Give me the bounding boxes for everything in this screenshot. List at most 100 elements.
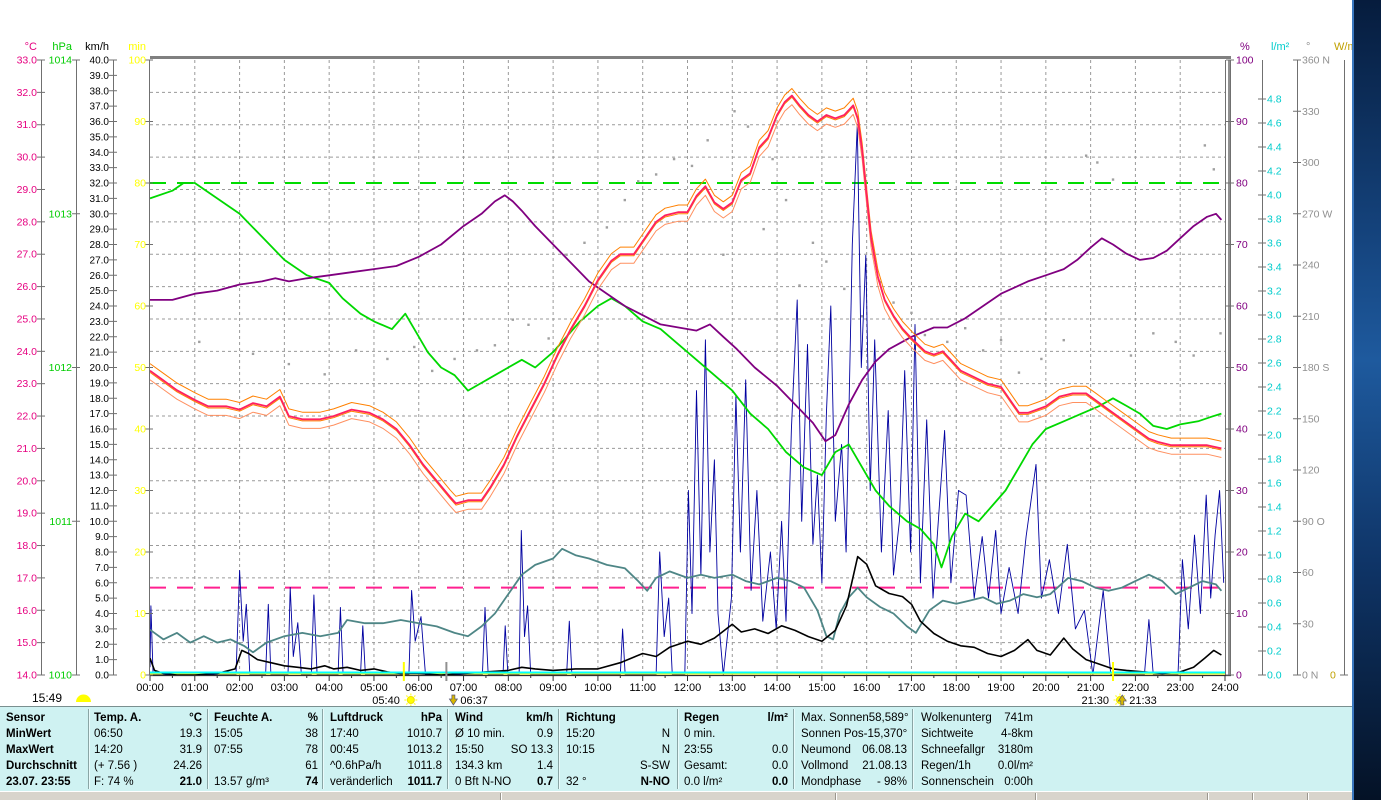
table-row: Feuchte A.%: [214, 712, 318, 724]
svg-text:33.0: 33.0: [17, 55, 38, 67]
svg-text:02:00: 02:00: [226, 682, 254, 694]
richtung-dot: [605, 226, 609, 229]
table-row: 32 ° N-NO: [566, 776, 670, 788]
richtung-dot: [354, 349, 358, 352]
statusbar-separator: [1252, 793, 1253, 800]
svg-text:10: 10: [1236, 608, 1248, 620]
richtung-dot: [1192, 354, 1195, 357]
richtung-dot: [746, 125, 750, 128]
svg-text:12:00: 12:00: [674, 682, 702, 694]
svg-text:°: °: [1306, 41, 1310, 53]
table-row-header: MinWert: [6, 728, 52, 740]
svg-text:36.0: 36.0: [90, 117, 110, 128]
svg-text:1.6: 1.6: [1267, 478, 1282, 490]
svg-text:08:00: 08:00: [495, 682, 523, 694]
table-row: 0 min.: [684, 728, 716, 740]
svg-text:300: 300: [1302, 157, 1320, 169]
statusbar-separator: [1207, 793, 1208, 800]
svg-text:90 O: 90 O: [1302, 516, 1325, 528]
table-column-richtung: Richtung 15:20 N 10:15 N S-SW 32 ° N-NO: [566, 710, 670, 790]
svg-text:60: 60: [134, 301, 146, 313]
richtung-dot: [637, 180, 640, 183]
svg-text:330: 330: [1302, 106, 1320, 118]
richtung-dot: [1062, 338, 1065, 342]
svg-text:31.0: 31.0: [17, 119, 38, 131]
table-row: Temp. A. °C: [94, 712, 202, 724]
richtung-dot: [493, 344, 497, 347]
svg-text:20: 20: [134, 547, 146, 559]
svg-text:25.0: 25.0: [17, 313, 38, 325]
richtung-dot: [706, 139, 709, 142]
richtung-dot: [1219, 332, 1222, 335]
richtung-dot: [672, 157, 676, 161]
svg-text:2.4: 2.4: [1267, 382, 1282, 394]
svg-text:20.0: 20.0: [17, 475, 38, 487]
table-row: (+ 7.56 ) 24.26: [94, 760, 202, 772]
svg-text:4.4: 4.4: [1267, 142, 1282, 154]
svg-text:8.0: 8.0: [95, 548, 109, 559]
table-row: Sonnen Pos -15,370°: [801, 728, 908, 740]
svg-text:4.0: 4.0: [1267, 190, 1282, 202]
svg-text:31.0: 31.0: [90, 194, 110, 205]
svg-text:2.8: 2.8: [1267, 334, 1282, 346]
svg-text:l/m²: l/m²: [1271, 41, 1290, 53]
svg-text:15.0: 15.0: [90, 440, 110, 451]
table-column-astro: Max. Sonnen 58,589° Sonnen Pos -15,370° Neum…: [801, 710, 909, 790]
svg-text:3.0: 3.0: [95, 624, 109, 635]
svg-text:23.0: 23.0: [90, 317, 110, 328]
svg-text:30: 30: [1302, 618, 1314, 630]
table-row: 134.3 km 1.4: [455, 760, 553, 772]
svg-text:0.4: 0.4: [1267, 622, 1282, 634]
svg-text:1012: 1012: [49, 362, 73, 374]
svg-text:km/h: km/h: [85, 41, 109, 53]
richtung-dot: [910, 311, 913, 315]
moon-time-label: 15:49: [32, 691, 62, 705]
table-column-regen: Regen l/m² 0 min. 23:55 0.0 Gesamt: 0.0 0.0 l/m…: [684, 710, 788, 790]
svg-text:1.0: 1.0: [1267, 550, 1282, 562]
svg-text:22.0: 22.0: [17, 411, 38, 423]
svg-text:26.0: 26.0: [90, 271, 110, 282]
richtung-dot: [654, 173, 658, 176]
table-divider: [322, 709, 323, 789]
svg-text:29.0: 29.0: [90, 225, 110, 236]
richtung-dot: [1129, 354, 1133, 357]
table-divider: [558, 709, 559, 789]
svg-text:1.8: 1.8: [1267, 454, 1282, 466]
richtung-dot: [323, 373, 326, 376]
table-row: Max. Sonnen 58,589°: [801, 712, 909, 724]
table-row: F: 74 % 21.0: [94, 776, 202, 788]
svg-text:30.0: 30.0: [17, 152, 38, 164]
table-column-conditions: Wolkenunterg 741m Sichtweite 4-8km Schneefal…: [921, 710, 1033, 790]
table-row: 0 Bft N-NO 0.7: [455, 776, 553, 788]
table-column-sensor: Sensor MinWert MaxWert Durchschnitt 23.07. 2…: [6, 710, 86, 790]
svg-text:180 S: 180 S: [1302, 362, 1329, 374]
table-row: Gesamt: 0.0: [684, 760, 788, 772]
svg-text:18.0: 18.0: [90, 394, 110, 405]
sun-icon: [406, 696, 415, 704]
svg-text:35.0: 35.0: [90, 132, 110, 143]
svg-text:16.0: 16.0: [90, 425, 110, 436]
richtung-dot: [1111, 178, 1115, 181]
richtung-dot: [287, 362, 291, 366]
table-row: Sichtweite 4-8km: [921, 728, 1033, 740]
richtung-dot: [1084, 154, 1088, 157]
weather-app-window: { "title": "Dienstag, 23.07.2013", "foot…: [0, 0, 1381, 800]
table-row: Sonnenschein 0:00h: [921, 776, 1033, 788]
table-row: Wind km/h: [455, 712, 553, 724]
svg-text:2.0: 2.0: [1267, 430, 1282, 442]
svg-text:2.2: 2.2: [1267, 406, 1282, 418]
svg-text:25.0: 25.0: [90, 286, 110, 297]
richtung-dot: [964, 327, 967, 330]
table-divider: [912, 709, 913, 789]
svg-text:23:00: 23:00: [1166, 682, 1194, 694]
richtung-dot: [825, 260, 828, 263]
svg-text:°C: °C: [25, 41, 37, 53]
weather-chart-plot[interactable]: 00:00 01:00 02:00 03:00 04:00 05:00 06:00 07:00…: [0, 0, 1381, 706]
svg-text:21:00: 21:00: [1077, 682, 1105, 694]
svg-text:30.0: 30.0: [90, 209, 110, 220]
svg-text:40.0: 40.0: [90, 56, 110, 67]
svg-text:2.6: 2.6: [1267, 358, 1282, 370]
richtung-dot: [892, 301, 895, 304]
table-row: Neumond 06.08.13: [801, 744, 907, 756]
svg-text:3.0: 3.0: [1267, 310, 1282, 322]
